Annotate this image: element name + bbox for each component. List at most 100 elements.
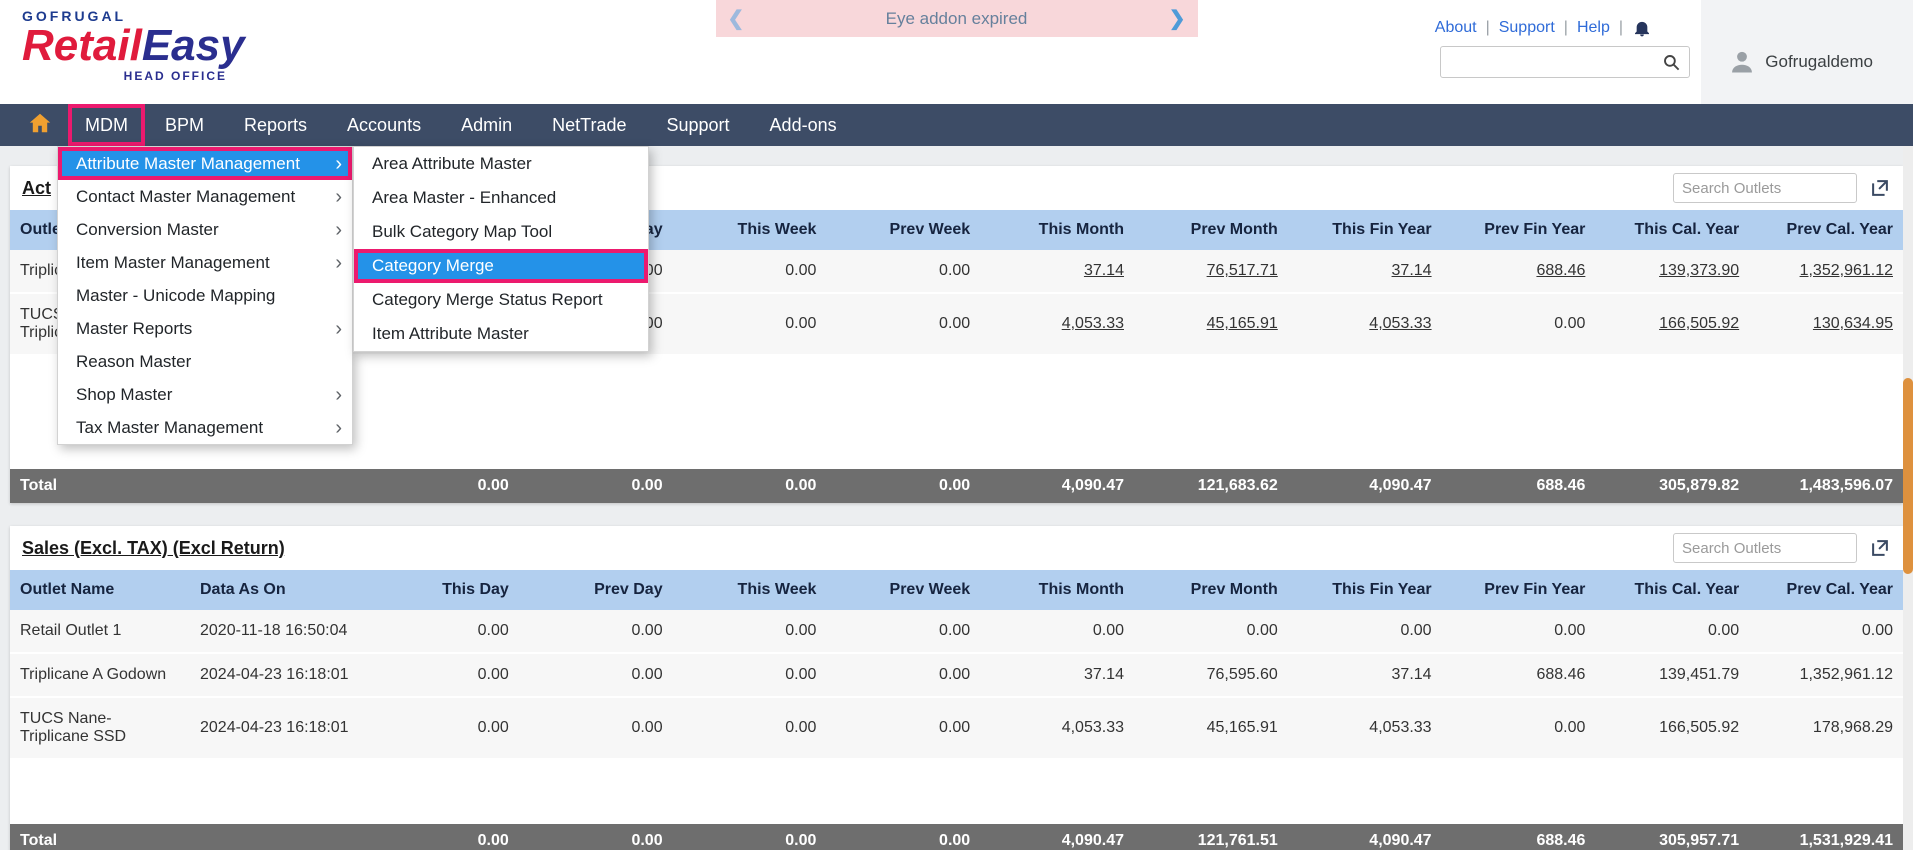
nav-item-mdm[interactable]: MDM [68,104,145,146]
nav-item-admin[interactable]: Admin [441,104,532,146]
product-name-retail: Retail [22,21,142,70]
menu-item-label: Category Merge Status Report [372,290,603,310]
table-cell: 139,451.79 [1595,653,1749,697]
submenu-item-area-attribute-master[interactable]: Area Attribute Master [354,147,648,181]
menu-item-label: Master Reports [76,319,192,339]
user-chip[interactable]: Gofrugaldemo [1728,48,1873,76]
table-cell: 0.00 [1442,697,1596,759]
total-cell: 0.00 [673,824,827,850]
table-cell: 0.00 [1442,293,1596,355]
total-cell: 121,761.51 [1134,824,1288,850]
vertical-scrollbar[interactable] [1903,146,1913,850]
table-cell: 0.00 [826,610,980,653]
menu-item-master-reports[interactable]: Master Reports› [58,312,352,345]
table-cell: 76,595.60 [1134,653,1288,697]
support-link[interactable]: Support [1499,19,1555,37]
nav-item-nettrade[interactable]: NetTrade [532,104,646,146]
chevron-right-icon[interactable]: ❯ [1169,9,1186,29]
notification-bell-icon[interactable] [1632,18,1652,38]
menu-item-label: Bulk Category Map Tool [372,222,552,242]
submenu-item-category-merge-status-report[interactable]: Category Merge Status Report [354,283,648,317]
table-cell: 0.00 [1749,610,1903,653]
drilldown-value-link[interactable]: 4,053.33 [980,293,1134,355]
submenu-arrow-icon: › [335,418,342,438]
total-cell: 121,683.62 [1134,469,1288,503]
nav-item-accounts[interactable]: Accounts [327,104,441,146]
drilldown-value-link[interactable]: 139,373.90 [1595,250,1749,293]
menu-item-master-unicode-mapping[interactable]: Master - Unicode Mapping [58,279,352,312]
table-row: TUCS Nane- Triplicane SSD2024-04-23 16:1… [10,697,1903,759]
widget-tools [1673,173,1891,203]
user-avatar-icon [1728,48,1756,76]
menu-item-reason-master[interactable]: Reason Master [58,345,352,378]
table-cell: 0.00 [1288,610,1442,653]
drilldown-value-link[interactable]: 130,634.95 [1749,293,1903,355]
nav-item-bpm[interactable]: BPM [145,104,224,146]
column-header: Prev Fin Year [1442,570,1596,610]
column-header: This Week [673,210,827,250]
drilldown-value-link[interactable]: 76,517.71 [1134,250,1288,293]
table-cell: 0.00 [980,610,1134,653]
about-link[interactable]: About [1435,19,1477,37]
expand-icon[interactable] [1869,537,1891,559]
drilldown-value-link[interactable]: 688.46 [1442,250,1596,293]
attribute-master-submenu: Area Attribute Master Area Master - Enha… [353,146,649,352]
table-cell: Triplicane A Godown [10,653,190,697]
menu-item-attribute-master-management[interactable]: Attribute Master Management› [58,147,352,180]
table-cell: TUCS Nane- Triplicane SSD [10,697,190,759]
retail-easy-dashboard: { "header": { "brand": {"name": "GOFRUGA… [0,0,1913,850]
column-header: This Fin Year [1288,210,1442,250]
search-outlets-input[interactable] [1673,533,1857,563]
table-cell: 1,352,961.12 [1749,653,1903,697]
menu-item-contact-master-management[interactable]: Contact Master Management› [58,180,352,213]
nav-item-reports[interactable]: Reports [224,104,327,146]
header-links: About | Support | Help | [1435,18,1652,38]
total-cell: 0.00 [519,469,673,503]
menu-item-conversion-master[interactable]: Conversion Master› [58,213,352,246]
home-icon [28,111,52,140]
widget-tools [1673,533,1891,563]
total-cell: 305,879.82 [1595,469,1749,503]
total-cell: 688.46 [1442,469,1596,503]
column-header: Prev Month [1134,570,1288,610]
submenu-item-bulk-category-map-tool[interactable]: Bulk Category Map Tool [354,215,648,249]
menu-item-label: Contact Master Management [76,187,295,207]
drilldown-value-link[interactable]: 4,053.33 [1288,293,1442,355]
nav-item-addons[interactable]: Add-ons [750,104,857,146]
drilldown-value-link[interactable]: 37.14 [980,250,1134,293]
column-header: This Fin Year [1288,570,1442,610]
menu-item-shop-master[interactable]: Shop Master› [58,378,352,411]
help-link[interactable]: Help [1577,19,1610,37]
submenu-arrow-icon: › [335,154,342,174]
total-cell: 1,483,596.07 [1749,469,1903,503]
expand-icon[interactable] [1869,177,1891,199]
drilldown-value-link[interactable]: 37.14 [1288,250,1442,293]
menu-item-item-master-management[interactable]: Item Master Management› [58,246,352,279]
total-cell: 4,090.47 [980,469,1134,503]
submenu-item-category-merge[interactable]: Category Merge [354,249,648,283]
banner-message: Eye addon expired [744,9,1168,29]
submenu-item-item-attribute-master[interactable]: Item Attribute Master [354,317,648,351]
home-button[interactable] [0,104,68,146]
search-outlets-input[interactable] [1673,173,1857,203]
table-cell: 0.00 [673,697,827,759]
table-cell: 0.00 [519,653,673,697]
widget-title[interactable]: Act [22,178,51,199]
drilldown-value-link[interactable]: 166,505.92 [1595,293,1749,355]
chevron-left-icon[interactable]: ❮ [728,9,745,29]
widget-title[interactable]: Sales (Excl. TAX) (Excl Return) [22,538,285,559]
drilldown-value-link[interactable]: 1,352,961.12 [1749,250,1903,293]
table-cell: 0.00 [673,250,827,293]
drilldown-value-link[interactable]: 45,165.91 [1134,293,1288,355]
table-cell: 2024-04-23 16:18:01 [190,697,365,759]
table-cell: 688.46 [1442,653,1596,697]
menu-item-tax-master-management[interactable]: Tax Master Management› [58,411,352,444]
table-cell: 0.00 [365,610,519,653]
product-name: RetailEasy [22,24,252,69]
nav-item-support[interactable]: Support [647,104,750,146]
submenu-item-area-master-enhanced[interactable]: Area Master - Enhanced [354,181,648,215]
search-icon[interactable] [1662,53,1681,72]
global-search-input[interactable] [1441,47,1689,77]
scrollbar-thumb[interactable] [1903,378,1913,574]
total-cell: 0.00 [826,824,980,850]
